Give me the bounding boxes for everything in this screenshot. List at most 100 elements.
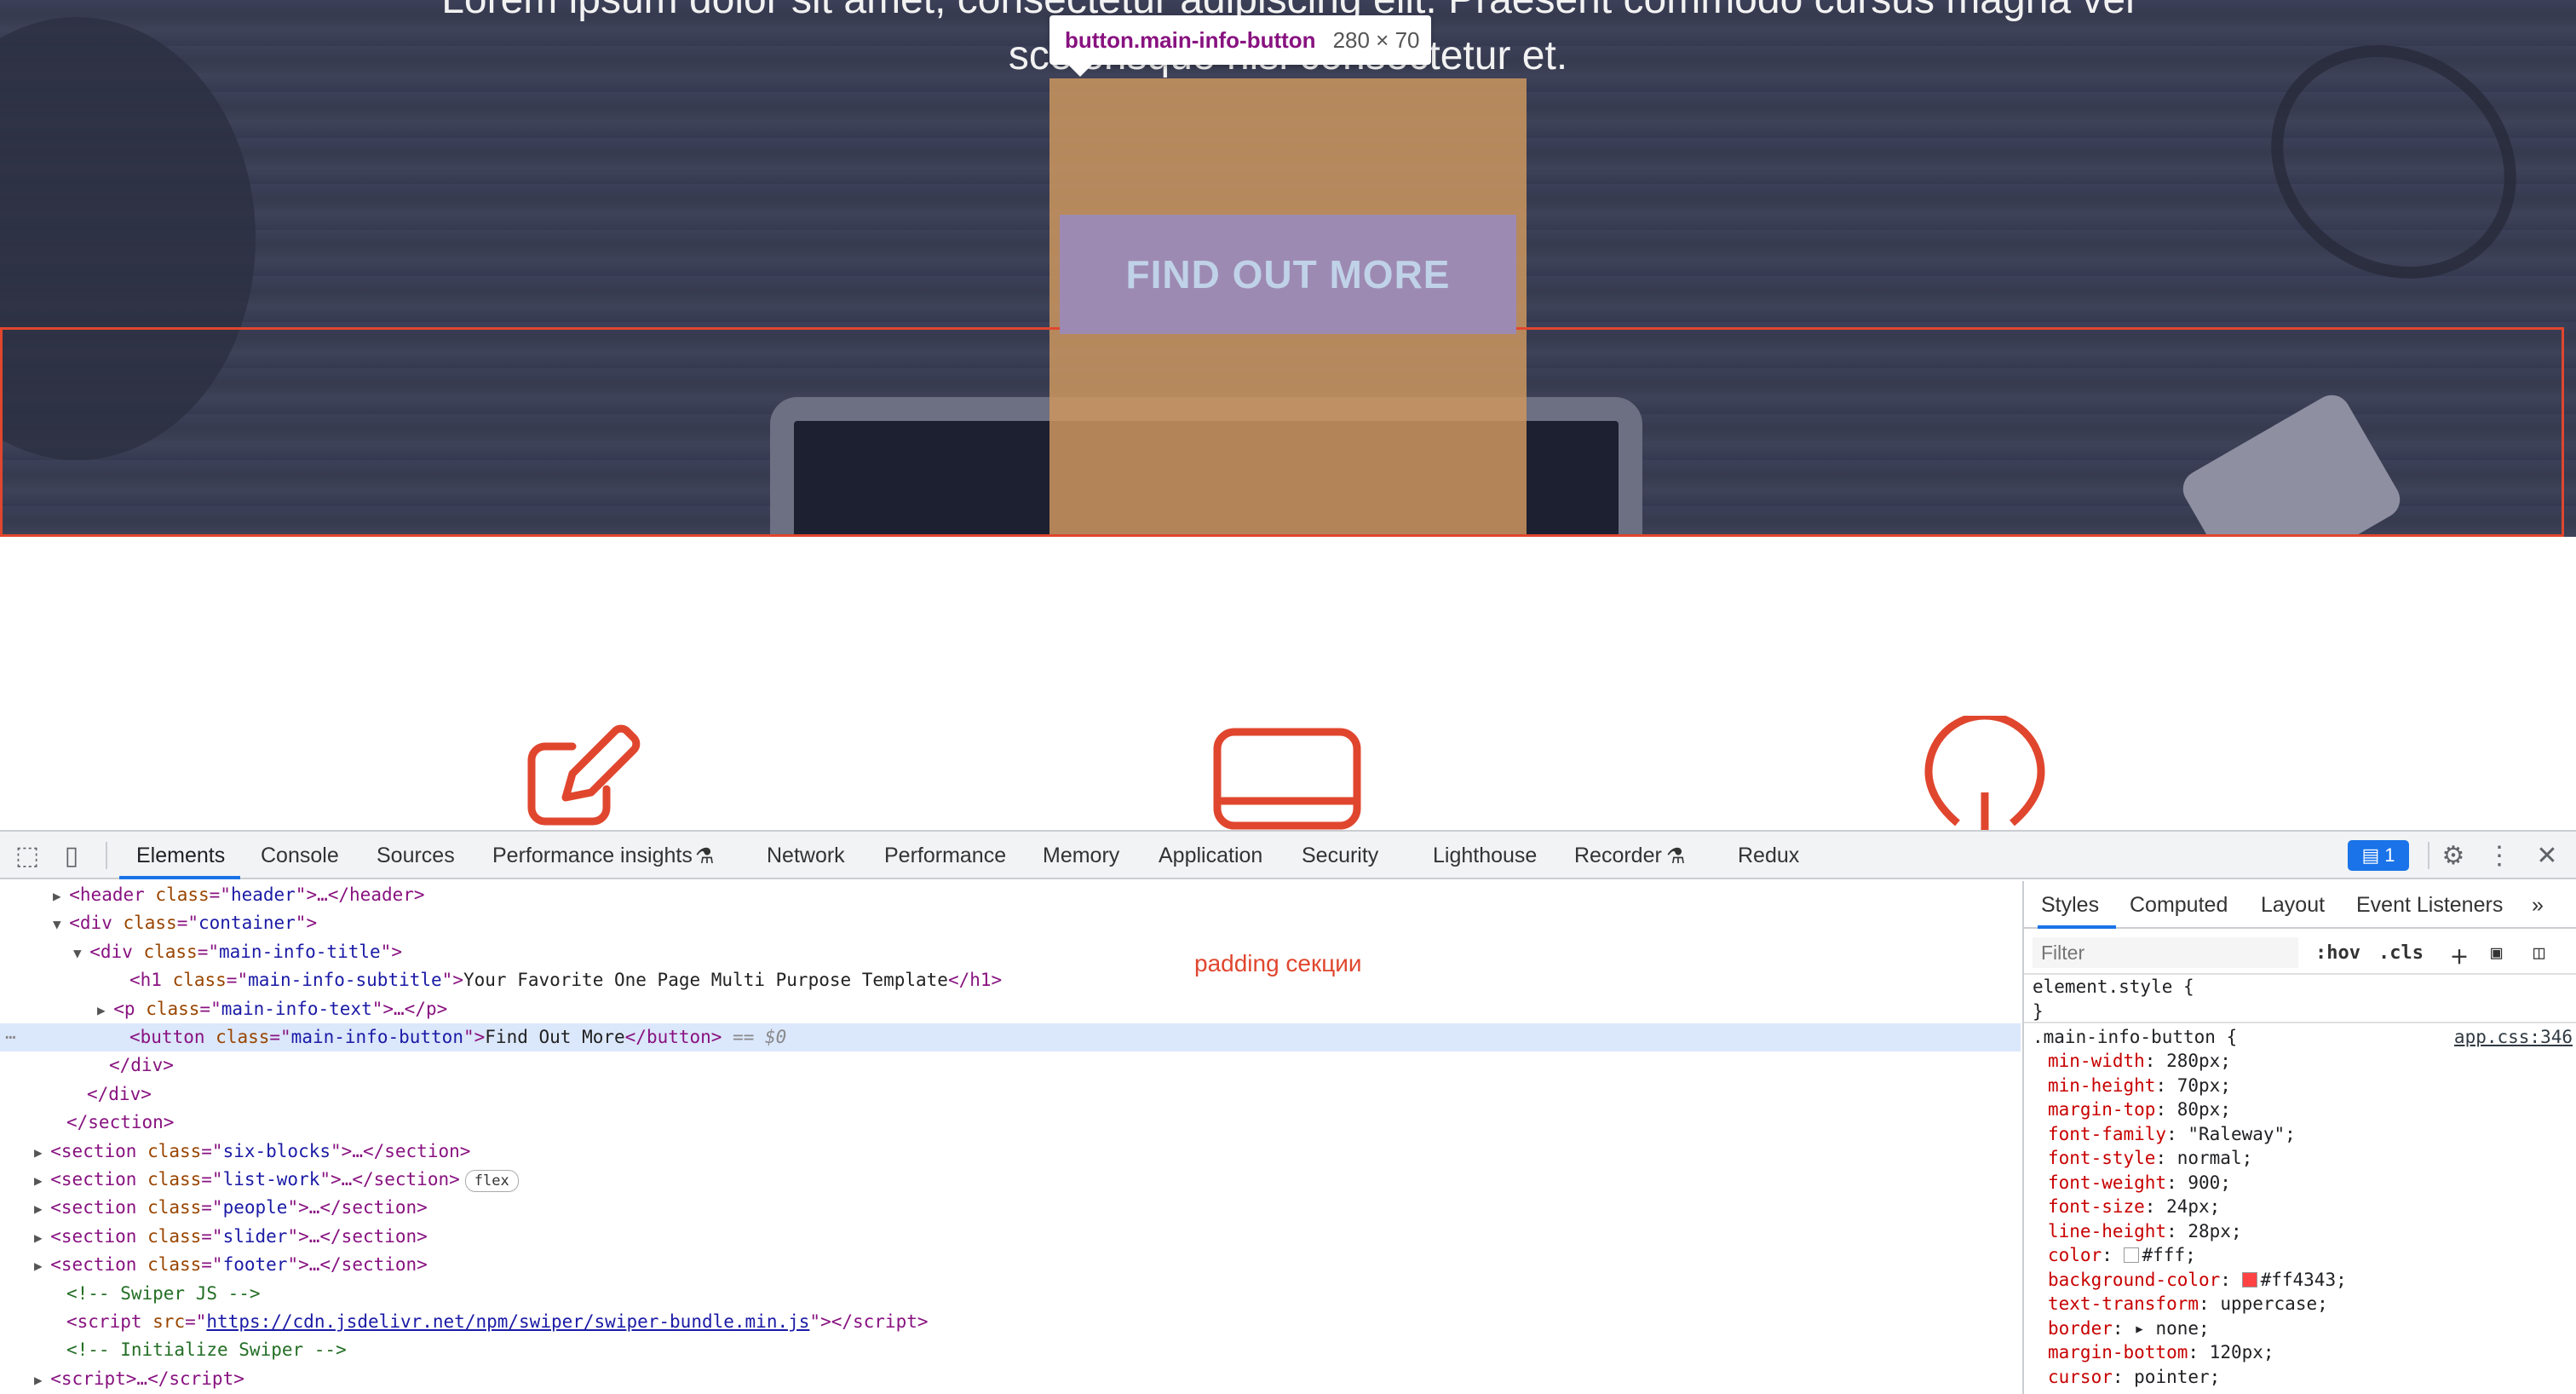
- tag-name: <script: [50, 1368, 126, 1389]
- dom-node-row[interactable]: ▶ <section class="footer">…</section>: [0, 1251, 2021, 1279]
- attr-eq: =": [269, 1027, 291, 1047]
- css-declaration[interactable]: border: ▸ none;: [2048, 1316, 2210, 1341]
- attr-eq: =": [209, 884, 231, 905]
- tag-punct: >…</: [125, 1368, 170, 1389]
- hov-toggle[interactable]: :hov: [2315, 942, 2360, 964]
- tab-event-listeners[interactable]: Event Listeners: [2356, 893, 2503, 918]
- rule-source-link[interactable]: app.css:346: [2454, 1025, 2573, 1050]
- flask-icon: ⚗: [1666, 844, 1686, 868]
- flask-icon: ⚗: [695, 844, 715, 868]
- paint-brush-icon[interactable]: ▣: [2491, 942, 2502, 964]
- css-property: text-transform: [2048, 1293, 2199, 1314]
- dom-node-row[interactable]: ▶ <section class="people">…</section>: [0, 1194, 2021, 1222]
- tag-name: <div: [69, 913, 112, 934]
- css-declaration[interactable]: font-family: "Raleway";: [2048, 1122, 2296, 1147]
- dom-node-row[interactable]: ▼ <div class="main-info-title">: [0, 938, 2021, 966]
- tag-punct: >: [141, 1083, 152, 1104]
- css-declaration[interactable]: margin-top: 80px;: [2048, 1097, 2231, 1122]
- attr-name: class: [136, 1169, 202, 1190]
- css-declaration[interactable]: color: #fff;: [2048, 1243, 2196, 1268]
- css-colon: :: [2112, 1317, 2135, 1339]
- dom-node-row[interactable]: <!-- Initialize Swiper -->: [0, 1336, 2021, 1364]
- issues-badge[interactable]: ▤ 1: [2348, 840, 2409, 871]
- more-options-icon[interactable]: ⋮: [2484, 840, 2515, 871]
- end-tag-name: section>: [341, 1225, 428, 1247]
- dom-node-row[interactable]: <!-- Swiper JS -->: [0, 1280, 2021, 1308]
- dom-node-row[interactable]: </div>: [0, 1080, 2021, 1109]
- chevron-right-icon[interactable]: »: [2532, 893, 2544, 918]
- dom-node-row[interactable]: </section>: [0, 1109, 2021, 1137]
- add-rule-icon[interactable]: ＋: [2450, 942, 2469, 970]
- css-declaration[interactable]: min-height: 70px;: [2048, 1074, 2231, 1098]
- attr-quote: ": [441, 970, 453, 991]
- dom-node-row[interactable]: ▶ <script>…</script>: [0, 1365, 2021, 1393]
- styles-filter-input[interactable]: [2033, 937, 2298, 968]
- end-tag-name: h1>: [969, 970, 1003, 991]
- attr-eq: =": [201, 1140, 223, 1161]
- tab-sources[interactable]: Sources: [377, 844, 455, 868]
- css-value: none;: [2155, 1317, 2210, 1339]
- tab-layout[interactable]: Layout: [2261, 893, 2325, 918]
- tag-name: <h1: [129, 970, 162, 991]
- tab-computed[interactable]: Computed: [2130, 893, 2228, 918]
- dom-node-row[interactable]: ▶ <section class="list-work">…</section>…: [0, 1166, 2021, 1194]
- attr-value: main-info-title: [219, 941, 381, 962]
- tag-punct: >…</: [298, 1254, 342, 1276]
- css-declaration[interactable]: min-width: 280px;: [2048, 1049, 2231, 1074]
- css-colon: :: [2155, 1148, 2177, 1168]
- dom-node-row[interactable]: </div>: [0, 1051, 2021, 1080]
- device-toolbar-icon[interactable]: ▯: [56, 840, 87, 871]
- rule-divider: [2024, 1021, 2576, 1023]
- css-colon: :: [2166, 1172, 2188, 1193]
- toggle-sidebar-icon[interactable]: ◫: [2533, 942, 2544, 964]
- tag-punct: >…</: [331, 1169, 374, 1190]
- dom-node-row[interactable]: <h1 class="main-info-subtitle">Your Favo…: [0, 966, 2021, 994]
- dom-node-row[interactable]: ▼ <div class="container">: [0, 909, 2021, 937]
- color-swatch-icon[interactable]: [2241, 1271, 2257, 1287]
- attr-eq: =": [201, 1169, 223, 1190]
- gear-icon[interactable]: ⚙: [2438, 840, 2469, 871]
- tab-security[interactable]: Security: [1302, 844, 1378, 868]
- tab-application[interactable]: Application: [1159, 844, 1262, 868]
- tag-name: <header: [69, 884, 145, 905]
- expand-shorthand-icon[interactable]: ▸: [2134, 1318, 2155, 1339]
- dom-node-row[interactable]: ▶ <section class="six-blocks">…</section…: [0, 1138, 2021, 1166]
- tab-elements[interactable]: Elements: [136, 844, 225, 868]
- tag-name: <div: [89, 941, 133, 962]
- find-out-more-button[interactable]: FIND OUT MORE: [1060, 215, 1516, 334]
- dom-node-row[interactable]: ▶ <p class="main-info-text">…</p>: [0, 995, 2021, 1023]
- dom-node-row[interactable]: <script src="https://cdn.jsdelivr.net/np…: [0, 1308, 2021, 1336]
- inspect-element-icon[interactable]: ⬚: [12, 840, 43, 871]
- tab-console[interactable]: Console: [261, 844, 339, 868]
- tag-punct: >…</: [298, 1225, 342, 1247]
- css-declaration[interactable]: font-size: 24px;: [2048, 1195, 2220, 1219]
- tab-redux[interactable]: Redux: [1738, 844, 1799, 868]
- tab-lighthouse[interactable]: Lighthouse: [1433, 844, 1537, 868]
- close-icon[interactable]: ✕: [2532, 840, 2562, 871]
- css-declaration[interactable]: margin-bottom: 120px;: [2048, 1340, 2274, 1365]
- cls-toggle[interactable]: .cls: [2378, 942, 2424, 964]
- active-tab-indicator: [119, 876, 240, 879]
- tab-memory[interactable]: Memory: [1043, 844, 1119, 868]
- dom-node-row[interactable]: ▶ <section class="slider">…</section>: [0, 1223, 2021, 1251]
- dom-node-row[interactable]: ▶ <header class="header">…</header>: [0, 881, 2021, 909]
- attr-name: class: [136, 1197, 202, 1218]
- tab-network[interactable]: Network: [767, 844, 845, 868]
- node-text: Your Favorite One Page Multi Purpose Tem…: [463, 970, 948, 991]
- css-declaration[interactable]: font-style: normal;: [2048, 1146, 2252, 1171]
- tab-performance-insights[interactable]: Performance insights: [492, 844, 693, 868]
- css-property: margin-top: [2048, 1099, 2156, 1120]
- css-declaration[interactable]: background-color: #ff4343;: [2048, 1268, 2347, 1293]
- css-declaration[interactable]: line-height: 28px;: [2048, 1219, 2242, 1244]
- css-property: cursor: [2048, 1366, 2113, 1387]
- tab-styles[interactable]: Styles: [2041, 893, 2099, 918]
- color-swatch-icon[interactable]: [2123, 1247, 2139, 1263]
- css-declaration[interactable]: font-weight: 900;: [2048, 1171, 2231, 1195]
- css-declaration[interactable]: cursor: pointer;: [2048, 1365, 2220, 1390]
- tab-recorder[interactable]: Recorder: [1574, 844, 1662, 868]
- tab-performance[interactable]: Performance: [884, 844, 1006, 868]
- css-declaration[interactable]: text-transform: uppercase;: [2048, 1292, 2328, 1316]
- selected-node-marker: == $0: [722, 1027, 787, 1047]
- edit-icon: [527, 724, 641, 826]
- dom-node-row[interactable]: ⋯ <button class="main-info-button">Find O…: [0, 1023, 2021, 1051]
